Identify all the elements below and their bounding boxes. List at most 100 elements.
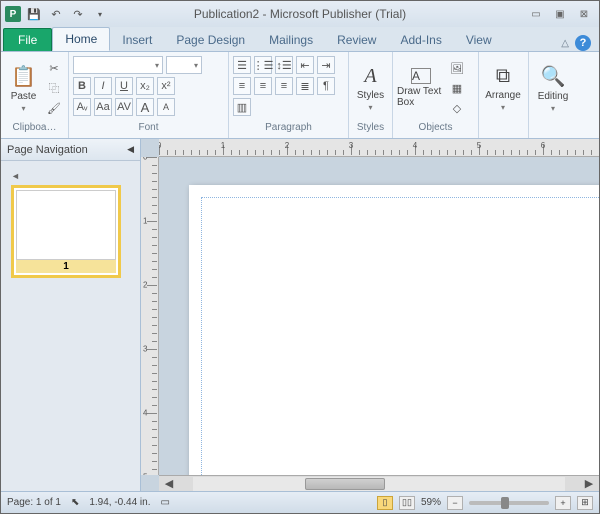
inc-indent-button[interactable]: ⇥ (317, 56, 335, 74)
scroll-thumb[interactable] (305, 478, 385, 490)
tab-mailings[interactable]: Mailings (257, 29, 325, 51)
ribbon: 📋 Paste ▾ ✂ ⿻ 🖌 Clipboa… ▾ ▾ B (1, 51, 599, 139)
group-font: ▾ ▾ B I U x₂ x² Aᵥ Aa AV A A Fon (69, 52, 229, 138)
status-page-indicator[interactable]: Page: 1 of 1 (7, 497, 61, 508)
align-right-button[interactable]: ≡ (275, 77, 293, 95)
tab-page-design[interactable]: Page Design (164, 29, 257, 51)
draw-label: Draw Text Box (397, 86, 445, 108)
editing-button[interactable]: 🔍 Editing ▾ (533, 56, 573, 120)
close-button[interactable]: ⊠ (575, 6, 593, 22)
paste-button[interactable]: 📋 Paste ▾ (5, 56, 42, 120)
shrink-font-button[interactable]: A (157, 98, 175, 116)
group-label: Clipboa… (5, 122, 64, 136)
underline-button[interactable]: U (115, 77, 133, 95)
help-icon[interactable]: ? (575, 35, 591, 51)
group-label: Styles (353, 122, 388, 136)
clear-format-button[interactable]: Aᵥ (73, 98, 91, 116)
zoom-whole-page-button[interactable]: ⊞ (577, 496, 593, 510)
find-icon: 🔍 (541, 64, 566, 89)
minimize-button[interactable]: ▭ (527, 6, 545, 22)
scroll-track[interactable] (193, 477, 565, 491)
table-button[interactable]: ▦ (447, 79, 467, 97)
nav-back-icon[interactable]: ◄ (11, 171, 130, 181)
ribbon-min-icon[interactable]: △ (561, 38, 569, 49)
char-spacing-button[interactable]: AV (115, 98, 133, 116)
format-painter-button[interactable]: 🖌 (44, 99, 64, 117)
page-nav-collapse-icon[interactable]: ◀ (127, 144, 134, 155)
page-nav-pane: Page Navigation ◀ ◄ 1 (1, 139, 141, 491)
shapes-button[interactable]: ◇ (447, 99, 467, 117)
group-arrange: ⧉ Arrange ▾ (479, 52, 529, 138)
status-object-size: ▭ (160, 497, 169, 508)
group-paragraph: ☰ ⋮☰ ↕☰ ⇤ ⇥ ≡ ≡ ≡ ≣ ¶ ▥ Paragraph (229, 52, 349, 138)
page[interactable] (189, 185, 599, 475)
scroll-right-icon[interactable]: ▶ (579, 475, 599, 492)
scroll-left-icon[interactable]: ◀ (159, 475, 179, 492)
horizontal-ruler[interactable]: 01234567 (159, 139, 599, 157)
bullets-button[interactable]: ☰ (233, 56, 251, 74)
view-single-page-button[interactable]: ▯ (377, 496, 393, 510)
font-size-combo[interactable]: ▾ (166, 56, 202, 74)
columns-button[interactable]: ▥ (233, 98, 251, 116)
vertical-ruler[interactable]: 0123456 (141, 157, 159, 475)
styles-button[interactable]: A Styles ▾ (353, 56, 388, 120)
numbering-button[interactable]: ⋮☰ (254, 56, 272, 74)
italic-button[interactable]: I (94, 77, 112, 95)
zoom-slider-grip[interactable] (501, 497, 509, 509)
tab-review[interactable]: Review (325, 29, 388, 51)
picture-button[interactable]: 🖼 (447, 59, 467, 77)
change-case-button[interactable]: Aa (94, 98, 112, 116)
tab-add-ins[interactable]: Add-Ins (388, 29, 453, 51)
group-label: Paragraph (233, 122, 344, 136)
zoom-slider[interactable] (469, 501, 549, 505)
work-area: Page Navigation ◀ ◄ 1 01234567 0123456 (1, 139, 599, 491)
tab-home[interactable]: Home (52, 27, 110, 51)
cut-button[interactable]: ✂ (44, 59, 64, 77)
thumbnail-page-number: 1 (16, 260, 116, 273)
maximize-button[interactable]: ▣ (551, 6, 569, 22)
copy-button[interactable]: ⿻ (44, 79, 64, 97)
horizontal-scrollbar[interactable]: ◀ ▶ (159, 475, 599, 491)
qat-redo-button[interactable]: ↷ (69, 5, 87, 23)
file-tab[interactable]: File (3, 28, 52, 51)
paste-label: Paste (11, 91, 37, 102)
styles-label: Styles (357, 90, 384, 101)
group-objects: A Draw Text Box 🖼 ▦ ◇ Objects (393, 52, 479, 138)
pilcrow-button[interactable]: ¶ (317, 77, 335, 95)
group-editing: 🔍 Editing ▾ (529, 52, 577, 138)
grow-font-button[interactable]: A (136, 98, 154, 116)
editing-label: Editing (538, 91, 569, 102)
title-bar: P 💾 ↶ ↷ ▾ Publication2 - Microsoft Publi… (1, 1, 599, 27)
zoom-in-button[interactable]: + (555, 496, 571, 510)
superscript-button[interactable]: x² (157, 77, 175, 95)
tab-insert[interactable]: Insert (110, 29, 164, 51)
styles-icon: A (364, 65, 376, 88)
zoom-level[interactable]: 59% (421, 497, 441, 508)
arrange-button[interactable]: ⧉ Arrange ▾ (483, 56, 523, 120)
tab-view[interactable]: View (454, 29, 504, 51)
status-bar: Page: 1 of 1 ⬉ 1.94, -0.44 in. ▭ ▯ ▯▯ 59… (1, 491, 599, 513)
justify-button[interactable]: ≣ (296, 77, 314, 95)
pointer-icon: ⬉ (71, 497, 79, 508)
align-left-button[interactable]: ≡ (233, 77, 251, 95)
canvas[interactable] (159, 157, 599, 475)
page-margin-guide (201, 197, 599, 475)
app-window: P 💾 ↶ ↷ ▾ Publication2 - Microsoft Publi… (0, 0, 600, 514)
view-two-page-button[interactable]: ▯▯ (399, 496, 415, 510)
subscript-button[interactable]: x₂ (136, 77, 154, 95)
ribbon-tabs: File Home Insert Page Design Mailings Re… (1, 27, 599, 51)
qat-undo-button[interactable]: ↶ (47, 5, 65, 23)
qat-save-icon[interactable]: 💾 (25, 5, 43, 23)
page-thumbnail[interactable]: 1 (11, 185, 121, 278)
qat-customize-icon[interactable]: ▾ (91, 5, 109, 23)
draw-textbox-button[interactable]: A Draw Text Box (397, 56, 445, 120)
font-family-combo[interactable]: ▾ (73, 56, 163, 74)
dec-indent-button[interactable]: ⇤ (296, 56, 314, 74)
bold-button[interactable]: B (73, 77, 91, 95)
app-icon: P (5, 6, 21, 22)
thumbnail-preview (16, 190, 116, 260)
align-center-button[interactable]: ≡ (254, 77, 272, 95)
line-spacing-button[interactable]: ↕☰ (275, 56, 293, 74)
page-nav-header: Page Navigation ◀ (1, 139, 140, 161)
zoom-out-button[interactable]: − (447, 496, 463, 510)
